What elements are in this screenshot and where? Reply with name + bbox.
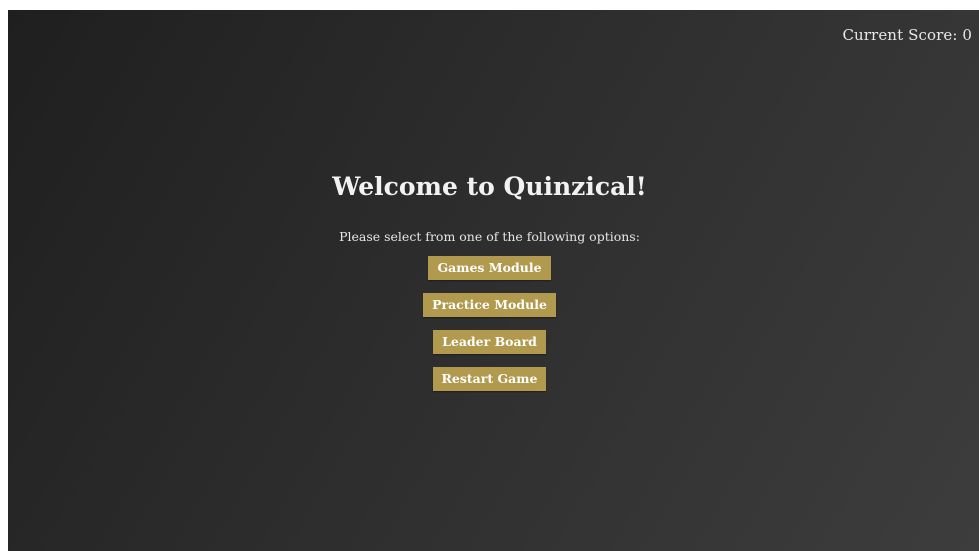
main-menu: Games Module Practice Module Leader Boar… (8, 256, 979, 404)
practice-module-button[interactable]: Practice Module (423, 293, 556, 317)
restart-game-button[interactable]: Restart Game (432, 367, 547, 391)
current-score-label: Current Score: 0 (842, 26, 972, 44)
leader-board-button[interactable]: Leader Board (433, 330, 546, 354)
welcome-title: Welcome to Quinzical! (332, 172, 647, 201)
games-module-button[interactable]: Games Module (428, 256, 551, 280)
app-window: Current Score: 0 Welcome to Quinzical! P… (8, 10, 979, 551)
instructions-text: Please select from one of the following … (339, 229, 640, 244)
